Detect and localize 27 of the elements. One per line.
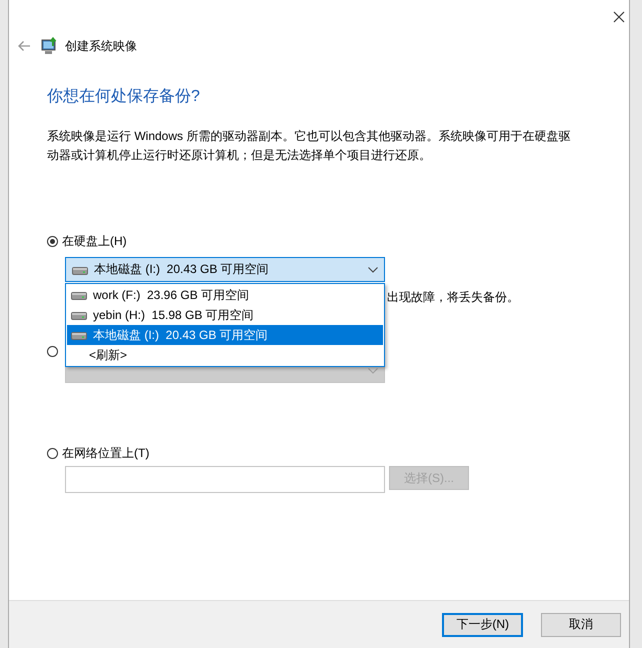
next-button[interactable]: 下一步(N) xyxy=(442,612,523,636)
warning-text: 出现故障，将丢失备份。 xyxy=(387,289,520,306)
window-title: 创建系统映像 xyxy=(65,38,137,54)
drive-icon xyxy=(72,264,88,274)
radio-button[interactable] xyxy=(47,236,58,247)
dropdown-value: 本地磁盘 (I:) 20.43 GB 可用空间 xyxy=(94,261,270,278)
drive-item[interactable]: 本地磁盘 (I:) 20.43 GB 可用空间 xyxy=(67,325,383,345)
drive-dropdown[interactable]: 本地磁盘 (I:) 20.43 GB 可用空间 xyxy=(65,257,385,282)
radio-button[interactable] xyxy=(47,346,58,357)
drive-item[interactable]: yebin (H:) 15.98 GB 可用空间 xyxy=(67,305,383,325)
drive-icon xyxy=(71,290,87,300)
drive-item[interactable]: work (F:) 23.96 GB 可用空间 xyxy=(67,285,383,305)
radio-button[interactable] xyxy=(47,448,58,459)
radio-label[interactable]: 在网络位置上(T) xyxy=(62,445,150,462)
radio-label[interactable]: 在硬盘上(H) xyxy=(62,233,127,250)
chevron-down-icon xyxy=(368,266,378,272)
refresh-item[interactable]: <刷新> xyxy=(67,345,383,365)
page-heading: 你想在何处保存备份? xyxy=(47,86,201,107)
close-icon[interactable] xyxy=(613,11,625,23)
drive-icon xyxy=(71,310,87,320)
computer-backup-icon xyxy=(41,37,59,55)
description-text: 系统映像是运行 Windows 所需的驱动器副本。它也可以包含其他驱动器。系统映像可用于在硬盘驱动器或计算机停止运行时还原计算机；但是无法选择单个项目进行还原。 xyxy=(47,128,572,164)
chevron-down-icon xyxy=(368,368,378,374)
cancel-button[interactable]: 取消 xyxy=(541,612,621,636)
drive-icon xyxy=(71,330,87,340)
network-path-field[interactable] xyxy=(65,466,385,493)
back-arrow-icon[interactable] xyxy=(17,40,31,52)
